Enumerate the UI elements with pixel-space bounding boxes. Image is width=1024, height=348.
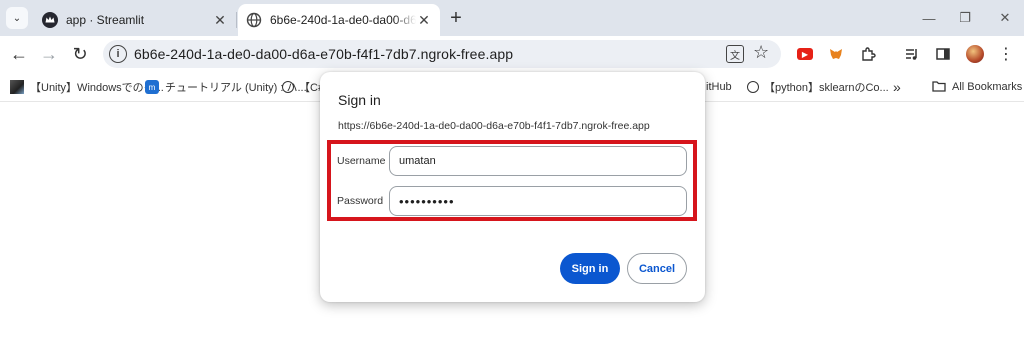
mo-favicon-icon: m xyxy=(145,80,159,94)
media-playlist-icon[interactable] xyxy=(902,44,922,64)
new-tab-button[interactable]: + xyxy=(446,7,466,29)
back-button[interactable]: ← xyxy=(7,42,31,66)
username-label: Username xyxy=(337,155,386,167)
all-bookmarks-button[interactable]: All Bookmarks xyxy=(932,79,1022,95)
tab-title: 6b6e-240d-1a-de0-da00-d6a-e70b-f4f1-7db7… xyxy=(270,13,416,27)
bookmark-item[interactable]: itHub xyxy=(706,79,732,95)
forward-button[interactable]: → xyxy=(37,42,61,66)
tab-ngrok[interactable]: 6b6e-240d-1a-de0-da00-d6a-e70b-f4f1-7db7… xyxy=(238,4,440,36)
site-info-icon[interactable]: i xyxy=(109,45,127,63)
bookmark-item[interactable]: 【Unity】Windowsでのイ... xyxy=(10,79,164,95)
reload-button[interactable]: ↻ xyxy=(68,42,92,66)
github-icon xyxy=(747,81,759,93)
youtube-extension-icon[interactable]: ▶ xyxy=(797,48,813,60)
translate-icon[interactable]: 文 xyxy=(726,45,744,63)
globe-icon xyxy=(246,12,262,28)
url-text[interactable]: 6b6e-240d-1a-de0-da00-d6a-e70b-f4f1-7db7… xyxy=(134,46,513,62)
restore-button[interactable]: ❐ xyxy=(953,8,977,28)
bookmarks-overflow-button[interactable]: » xyxy=(893,79,901,95)
tab-title: app · Streamlit xyxy=(66,13,145,27)
side-panel-icon[interactable] xyxy=(933,44,953,64)
close-icon[interactable]: ✕ xyxy=(416,12,432,28)
address-bar[interactable]: i 6b6e-240d-1a-de0-da00-d6a-e70b-f4f1-7d… xyxy=(103,40,781,68)
sign-in-button[interactable]: Sign in xyxy=(560,253,620,284)
password-value: •••••••••• xyxy=(399,193,455,209)
minimize-button[interactable]: — xyxy=(917,8,941,28)
chevron-down-icon: ⌄ xyxy=(12,12,22,24)
metamask-extension-icon[interactable] xyxy=(826,44,846,64)
profile-avatar[interactable] xyxy=(966,45,984,63)
tab-search-button[interactable]: ⌄ xyxy=(6,7,28,29)
password-field[interactable]: •••••••••• xyxy=(389,186,687,216)
username-field[interactable]: umatan xyxy=(389,146,687,176)
tab-separator xyxy=(236,12,237,28)
bookmark-item[interactable]: 【C# xyxy=(282,79,324,95)
github-icon xyxy=(282,81,294,93)
streamlit-crown-icon xyxy=(42,12,58,28)
bookmark-item[interactable]: 【python】sklearnのCo... xyxy=(747,79,889,95)
bookmark-star-icon[interactable]: ☆ xyxy=(753,42,769,63)
tab-strip: ⌄ app · Streamlit ✕ 6b6e-240d-1a-de0-da0… xyxy=(0,0,1024,36)
dialog-title: Sign in xyxy=(338,92,381,108)
cancel-button[interactable]: Cancel xyxy=(627,253,687,284)
close-icon[interactable]: ✕ xyxy=(212,12,228,28)
extensions-puzzle-icon[interactable] xyxy=(858,44,878,64)
window-close-button[interactable]: ✕ xyxy=(993,8,1017,28)
username-value: umatan xyxy=(399,155,436,167)
unity-favicon-icon xyxy=(10,80,24,94)
dialog-origin: https://6b6e-240d-1a-de0-da00-d6a-e70b-f… xyxy=(338,120,650,132)
tab-streamlit[interactable]: app · Streamlit ✕ xyxy=(34,4,236,36)
more-menu-icon[interactable]: ⋮ xyxy=(994,42,1018,66)
sign-in-dialog: Sign in https://6b6e-240d-1a-de0-da00-d6… xyxy=(320,72,705,302)
browser-toolbar: ← → ↻ i 6b6e-240d-1a-de0-da00-d6a-e70b-f… xyxy=(0,36,1024,72)
password-label: Password xyxy=(337,195,384,207)
folder-icon xyxy=(932,80,946,95)
